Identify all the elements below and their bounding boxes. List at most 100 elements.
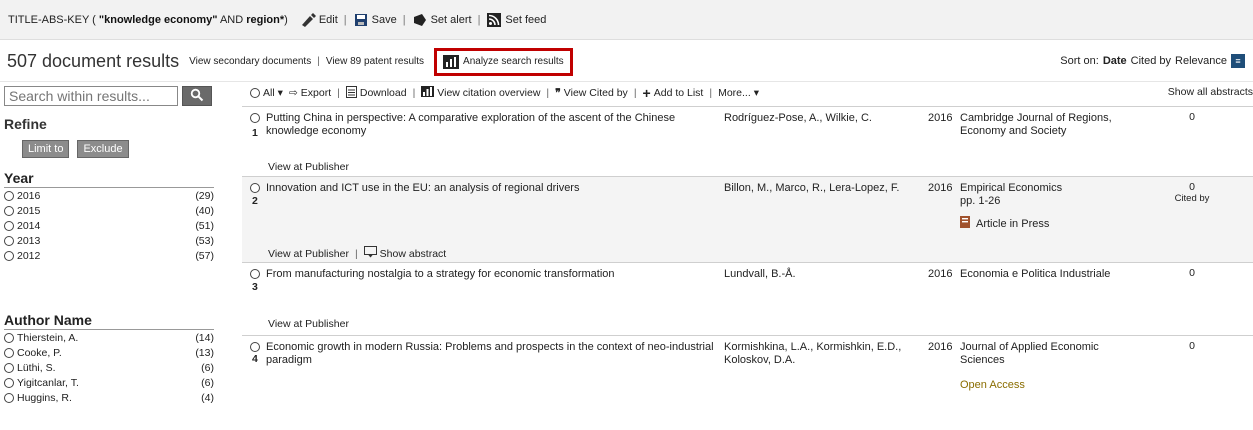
sort-label: Sort on: <box>1060 55 1099 67</box>
sort-cited-by[interactable]: Cited by <box>1131 55 1171 67</box>
result-title-link[interactable]: Putting China in perspective: A comparat… <box>266 112 726 138</box>
result-select-radio[interactable] <box>250 342 260 352</box>
result-select-radio[interactable] <box>250 269 260 279</box>
search-within-input[interactable] <box>4 86 178 106</box>
year-option[interactable]: 2013 (53) <box>4 233 214 248</box>
view-at-publisher-link[interactable]: View at Publisher <box>268 161 349 173</box>
author-option[interactable]: Lüthi, S. (6) <box>4 360 214 375</box>
result-title-link[interactable]: From manufacturing nostalgia to a strate… <box>266 268 726 281</box>
show-abstract-link[interactable]: Show abstract <box>363 246 446 261</box>
result-authors[interactable]: Kormishkina, L.A., Kormishkin, E.D., Kol… <box>724 341 914 367</box>
author-option[interactable]: Cooke, P. (13) <box>4 345 214 360</box>
result-title-link[interactable]: Innovation and ICT use in the EU: an ana… <box>266 182 726 195</box>
edit-icon <box>300 12 316 27</box>
year-option[interactable]: 2015 (40) <box>4 203 214 218</box>
radio-button[interactable] <box>4 250 14 261</box>
author-facet-title: Author Name <box>4 312 214 330</box>
result-authors[interactable]: Rodríguez-Pose, A., Wilkie, C. <box>724 112 914 125</box>
result-year: 2016 <box>928 341 953 353</box>
download-button[interactable]: Download <box>345 85 407 101</box>
result-source-link[interactable]: Journal of Applied Economic Sciences <box>960 341 1145 367</box>
result-authors[interactable]: Billon, M., Marco, R., Lera-Lopez, F. <box>724 182 914 195</box>
view-at-publisher-link[interactable]: View at Publisher <box>268 248 349 260</box>
abstract-icon <box>363 246 377 261</box>
caret-down-icon: ▾ <box>277 87 283 99</box>
sort-relevance[interactable]: Relevance <box>1175 55 1227 67</box>
author-option[interactable]: Huggins, R. (4) <box>4 390 214 405</box>
radio-button[interactable] <box>250 88 260 98</box>
radio-button[interactable] <box>4 392 14 403</box>
result-title-link[interactable]: Economic growth in modern Russia: Proble… <box>266 341 726 367</box>
select-all-dropdown[interactable]: All ▾ <box>250 87 283 99</box>
result-number: 2 <box>252 195 258 207</box>
author-option[interactable]: Yigitcanlar, T. (6) <box>4 375 214 390</box>
radio-button[interactable] <box>4 347 14 358</box>
result-year: 2016 <box>928 268 953 280</box>
result-number: 3 <box>252 281 258 293</box>
radio-button[interactable] <box>4 235 14 246</box>
sort-options: Sort on: Date Cited by Relevance ≡ <box>1060 54 1245 68</box>
year-option[interactable]: 2012 (57) <box>4 248 214 263</box>
result-source[interactable]: Economia e Politica Industriale <box>960 268 1145 281</box>
limit-to-button[interactable]: Limit to <box>22 140 70 158</box>
refine-heading: Refine <box>4 116 47 132</box>
result-cited-count[interactable]: 0 <box>1172 268 1212 279</box>
year-option[interactable]: 2016 (29) <box>4 188 214 203</box>
result-select-radio[interactable] <box>250 183 260 193</box>
search-icon <box>190 88 204 105</box>
set-alert-link[interactable]: Set alert <box>412 13 472 27</box>
result-pages: pp. 1-26 <box>960 195 1001 207</box>
refine-buttons: Limit to Exclude <box>4 140 218 158</box>
search-query: TITLE-ABS-KEY ( "knowledge economy" AND … <box>8 13 288 26</box>
result-number: 4 <box>252 353 258 365</box>
view-at-publisher-link[interactable]: View at Publisher <box>268 318 349 330</box>
search-within-button[interactable] <box>182 86 212 106</box>
result-cited-count[interactable]: 0 Cited by <box>1172 182 1212 205</box>
show-all-abstracts-link[interactable]: Show all abstracts <box>1168 86 1253 98</box>
result-cited-count[interactable]: 0 <box>1172 112 1212 123</box>
radio-button[interactable] <box>4 220 14 231</box>
author-option[interactable]: Thierstein, A. (14) <box>4 330 214 345</box>
result-source[interactable]: Cambridge Journal of Regions, Economy an… <box>960 112 1145 138</box>
quote-icon: ❞ <box>555 87 561 99</box>
rss-icon <box>486 12 502 27</box>
set-feed-link[interactable]: Set feed <box>486 12 546 27</box>
analyze-search-results-button[interactable]: Analyze search results <box>434 47 573 76</box>
year-facet: Year 2016 (29) 2015 (40) 2014 (51) 2013 (53)… <box>4 170 214 263</box>
exclude-button[interactable]: Exclude <box>77 140 129 158</box>
view-cited-by-button[interactable]: ❞ View Cited by <box>555 87 628 99</box>
caret-down-icon: ▾ <box>753 87 760 99</box>
author-facet: Author Name Thierstein, A. (14) Cooke, P.… <box>4 312 214 405</box>
article-in-press-badge: Article in Press <box>960 216 1049 232</box>
result-row: 1 Putting China in perspective: A compar… <box>242 106 1253 176</box>
sort-menu-icon[interactable]: ≡ <box>1231 54 1245 68</box>
more-dropdown[interactable]: More... ▾ <box>718 87 759 99</box>
add-to-list-button[interactable]: + Add to List <box>643 85 704 101</box>
year-option[interactable]: 2014 (51) <box>4 218 214 233</box>
search-within-box <box>4 86 218 106</box>
bar-chart-icon <box>443 54 460 69</box>
results-bar: 507 document results View secondary docu… <box>0 42 1253 82</box>
result-select-radio[interactable] <box>250 113 260 123</box>
citation-overview-button[interactable]: View citation overview <box>421 86 540 100</box>
result-source-link[interactable]: Empirical Economics <box>960 182 1145 195</box>
open-access-badge: Open Access <box>960 379 1025 391</box>
save-query-link[interactable]: Save <box>353 13 397 27</box>
secondary-documents-link[interactable]: View secondary documents <box>189 56 311 67</box>
result-authors[interactable]: Lundvall, B.-Å. <box>724 268 914 281</box>
patent-results-link[interactable]: View 89 patent results <box>326 56 424 67</box>
radio-button[interactable] <box>4 377 14 388</box>
year-facet-title: Year <box>4 170 214 188</box>
radio-button[interactable] <box>4 205 14 216</box>
results-list: 1 Putting China in perspective: A compar… <box>242 106 1253 415</box>
result-row: 2 Innovation and ICT use in the EU: an a… <box>242 176 1253 262</box>
sort-date[interactable]: Date <box>1103 55 1127 67</box>
radio-button[interactable] <box>4 332 14 343</box>
edit-query-link[interactable]: Edit <box>300 12 338 27</box>
radio-button[interactable] <box>4 362 14 373</box>
radio-button[interactable] <box>4 190 14 201</box>
export-button[interactable]: ⇨ Export <box>289 87 331 99</box>
result-year: 2016 <box>928 112 953 124</box>
result-cited-count[interactable]: 0 <box>1172 341 1212 352</box>
result-source: Empirical Economics pp. 1-26 Article in … <box>960 182 1145 232</box>
